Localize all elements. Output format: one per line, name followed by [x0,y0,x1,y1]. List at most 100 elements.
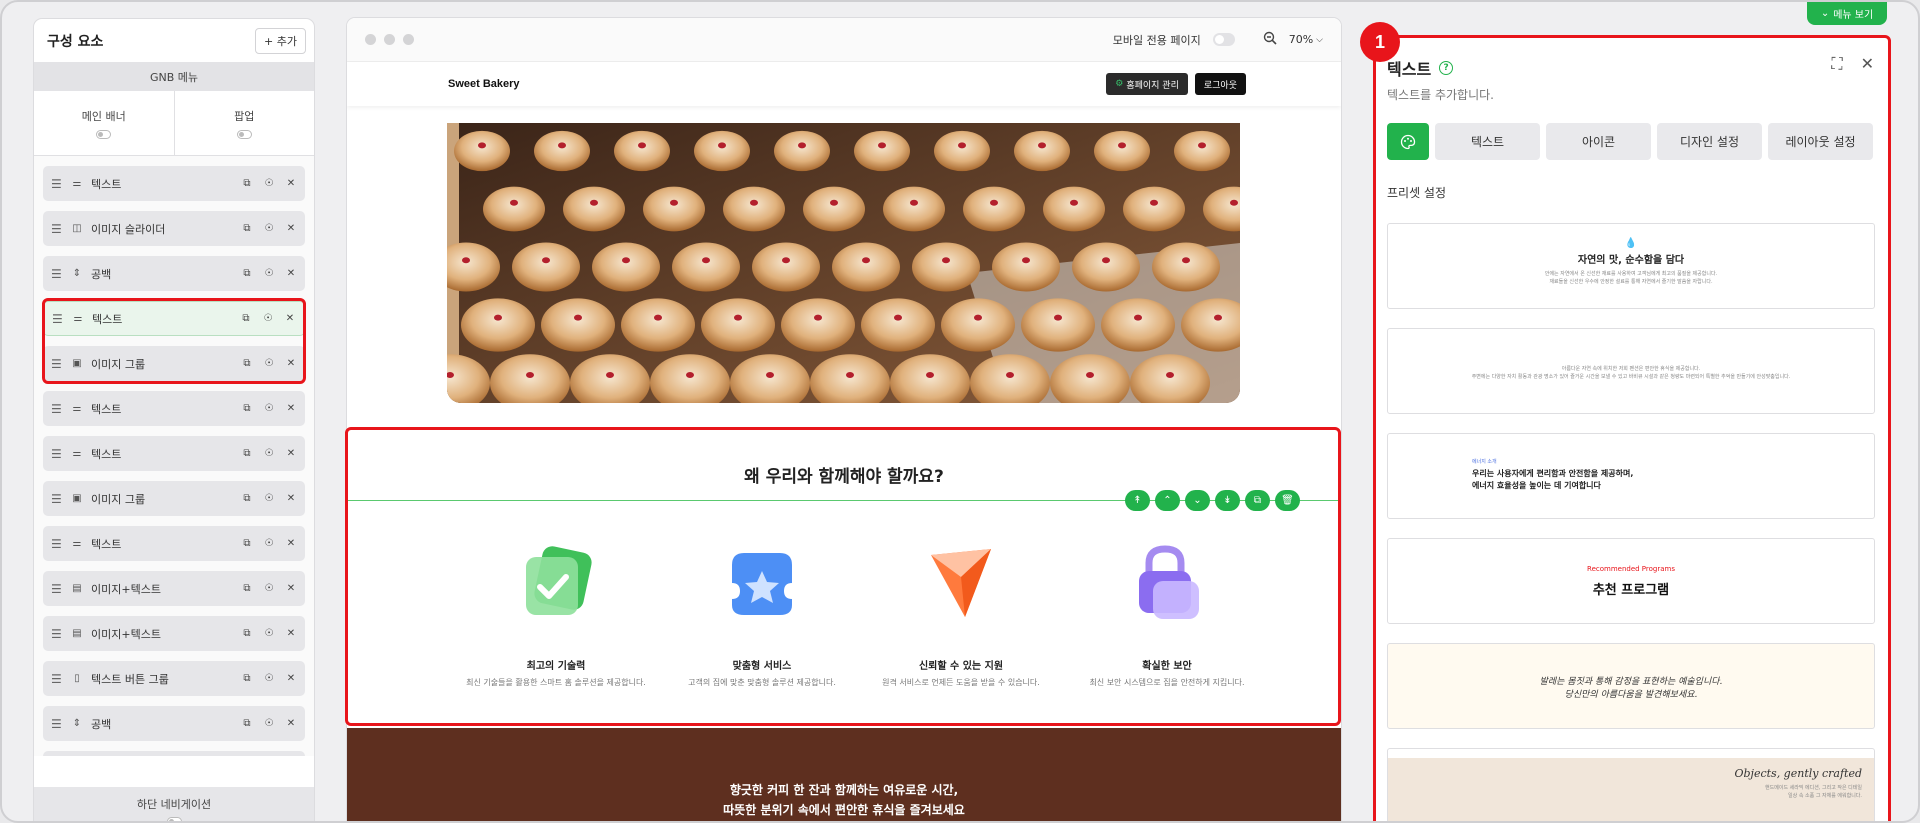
close-icon[interactable]: ✕ [285,268,297,279]
preset-card-4[interactable]: Recommended Programs 추천 프로그램 [1387,538,1875,624]
menu-view-button[interactable]: ⌄ 메뉴 보기 [1807,2,1887,25]
component-item[interactable]: ☰ ⇕ 공백 ⧉ ☉ ✕ [43,256,305,291]
logout-button[interactable]: 로그아웃 [1194,73,1246,95]
preset-card-3[interactable]: 에너지 소개 우리는 사용자에게 편리함과 안전함을 제공하며, 에너지 효율성… [1387,433,1875,519]
drag-handle-icon[interactable]: ☰ [51,222,65,236]
copy-icon[interactable]: ⧉ [241,583,253,594]
popup-toggle[interactable] [236,129,252,139]
copy-icon[interactable]: ⧉ [241,178,253,189]
drag-handle-icon[interactable]: ☰ [51,627,65,641]
why-us-section[interactable]: 왜 우리와 함께해야 할까요? ↟ ⌃ ⌄ ↡ ⧉ 🗑 최고의 기술력 최신 기… [347,428,1341,728]
eye-icon[interactable]: ☉ [263,493,275,504]
add-component-button[interactable]: + 추가 [255,27,306,54]
delete-icon[interactable]: 🗑 [1275,490,1300,511]
copy-icon[interactable]: ⧉ [241,718,253,729]
component-item[interactable]: ☰ ◫ 이미지 슬라이더 ⧉ ☉ ✕ [43,211,305,246]
component-item[interactable]: ☰ ⚌ 텍스트 ⧉ ☉ ✕ [43,166,305,201]
drag-handle-icon[interactable]: ☰ [51,537,65,551]
close-icon[interactable]: ✕ [285,718,297,729]
eye-icon[interactable]: ☉ [263,628,275,639]
move-bottom-icon[interactable]: ↡ [1215,490,1240,511]
component-item[interactable]: ☰ ▣ 이미지 그룹 ⧉ ☉ ✕ [43,346,305,381]
preset-card-1[interactable]: 💧 자연의 맛, 순수함을 담다 안에는 자연에서 온 신선한 재료를 사용하여… [1387,223,1875,309]
close-icon[interactable]: ✕ [285,538,297,549]
preset-card-5[interactable]: 발레는 몸짓과 통해 감정을 표현하는 예술입니다. 당신만의 아름다움을 발견… [1387,643,1875,729]
copy-icon[interactable]: ⧉ [241,493,253,504]
zoom-out-icon[interactable] [1263,31,1277,48]
eye-icon[interactable]: ☉ [263,268,275,279]
drag-handle-icon[interactable]: ☰ [51,447,65,461]
mobile-only-toggle[interactable] [1212,33,1235,46]
drag-handle-icon[interactable]: ☰ [51,717,65,731]
bottom-nav-bar[interactable]: 하단 네비게이션 [34,787,314,821]
copy-icon[interactable]: ⧉ [241,223,253,234]
expand-icon[interactable]: ⛶ [1831,54,1842,74]
close-icon[interactable]: ✕ [285,448,297,459]
main-banner-toggle[interactable] [96,129,112,139]
close-icon[interactable]: ✕ [285,358,297,369]
tab-icon[interactable]: 아이콘 [1546,123,1651,160]
close-icon[interactable]: ✕ [285,223,297,234]
copy-icon[interactable]: ⧉ [241,538,253,549]
component-item[interactable]: ☰ ⚌ 텍스트 ⧉ ☉ ✕ [43,391,305,426]
tab-text[interactable]: 텍스트 [1435,123,1540,160]
component-item[interactable]: ☰ ▯ 텍스트 버튼 그룹 ⧉ ☉ ✕ [43,661,305,696]
eye-icon[interactable]: ☉ [263,583,275,594]
copy-icon[interactable]: ⧉ [241,403,253,414]
close-icon[interactable]: ✕ [1861,54,1874,74]
eye-icon[interactable]: ☉ [263,223,275,234]
close-icon[interactable]: ✕ [285,673,297,684]
close-icon[interactable]: ✕ [285,583,297,594]
preset-card-2[interactable]: 아름다운 자연 속에 위치한 저희 펜션은 편안한 휴식을 제공합니다. 주변에… [1387,328,1875,414]
move-up-icon[interactable]: ⌃ [1155,490,1180,511]
eye-icon[interactable]: ☉ [263,358,275,369]
component-item[interactable]: ☰ ⚌ 텍스트 ⧉ ☉ ✕ [43,526,305,561]
eye-icon[interactable]: ☉ [263,178,275,189]
drag-handle-icon[interactable]: ☰ [51,267,65,281]
help-icon[interactable]: ? [1439,61,1454,75]
move-top-icon[interactable]: ↟ [1125,490,1150,511]
eye-icon[interactable]: ☉ [263,448,275,459]
drag-handle-icon[interactable]: ☰ [51,582,65,596]
eye-icon[interactable]: ☉ [262,313,274,324]
homepage-manage-button[interactable]: ⚙ 홈페이지 관리 [1106,73,1188,95]
bottom-nav-toggle[interactable] [166,817,182,821]
eye-icon[interactable]: ☉ [263,403,275,414]
component-item[interactable]: ☰ ▣ 이미지 그룹 ⧉ ☉ ✕ [43,481,305,516]
copy-icon[interactable]: ⧉ [241,358,253,369]
gnb-menu-bar[interactable]: GNB 메뉴 [34,62,314,91]
copy-icon[interactable]: ⧉ [241,673,253,684]
eye-icon[interactable]: ☉ [263,538,275,549]
drag-handle-icon[interactable]: ☰ [51,402,65,416]
site-logo[interactable]: Sweet Bakery [448,78,520,90]
tab-palette[interactable] [1387,123,1429,160]
eye-icon[interactable]: ☉ [263,718,275,729]
duplicate-icon[interactable]: ⧉ [1245,490,1270,511]
component-item[interactable]: ☰ ⇕ 공백 ⧉ ☉ ✕ [43,706,305,741]
component-item[interactable]: ☰ ⚌ 텍스트 ⧉ ☉ ✕ [43,436,305,471]
component-item[interactable]: ☰▤이미지+텍스트⧉☉✕ [43,616,305,651]
zoom-select[interactable]: 70% ⌵ [1289,33,1323,46]
close-icon[interactable]: ✕ [285,403,297,414]
eye-icon[interactable]: ☉ [263,673,275,684]
close-icon[interactable]: ✕ [285,493,297,504]
tab-design[interactable]: 디자인 설정 [1657,123,1762,160]
copy-icon[interactable]: ⧉ [240,313,252,324]
close-icon[interactable]: ✕ [285,628,297,639]
close-icon[interactable]: ✕ [285,178,297,189]
drag-handle-icon[interactable]: ☰ [51,492,65,506]
component-item[interactable]: ☰ ⚌ 텍스트 ⧉ ☉ ✕ [43,301,305,336]
drag-handle-icon[interactable]: ☰ [51,177,65,191]
preset-card-6[interactable]: Objects, gently crafted 핸드메이드 세라믹 에디션, 그… [1387,748,1875,821]
component-item[interactable]: ☰▤이미지+텍스트⧉☉✕ [43,571,305,606]
component-item[interactable]: ☰▤이미지+텍스트⧉☉✕ [43,751,305,756]
drag-handle-icon[interactable]: ☰ [51,357,65,371]
move-down-icon[interactable]: ⌄ [1185,490,1210,511]
drag-handle-icon[interactable]: ☰ [51,672,65,686]
close-icon[interactable]: ✕ [284,313,296,324]
copy-icon[interactable]: ⧉ [241,448,253,459]
drag-handle-icon[interactable]: ☰ [52,312,66,326]
tab-layout[interactable]: 레이아웃 설정 [1768,123,1873,160]
copy-icon[interactable]: ⧉ [241,628,253,639]
copy-icon[interactable]: ⧉ [241,268,253,279]
